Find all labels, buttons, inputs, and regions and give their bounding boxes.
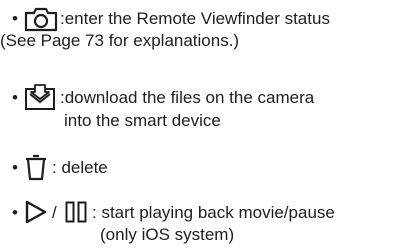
bullet: • — [12, 88, 18, 107]
pause-icon — [65, 201, 87, 223]
list-item: • :download the files on the camera into… — [12, 84, 412, 137]
list-item: • :enter the Remote Viewfinder status (S… — [0, 6, 412, 60]
bullet: • — [12, 203, 18, 222]
download-description: :download the files on the camera — [60, 88, 315, 107]
list-item: • / : start playing back movie/pause (on… — [12, 200, 412, 250]
camera-description-note: (See Page 73 for explanations.) — [0, 31, 240, 50]
play-pause-description: : start playing back movie/pause — [92, 203, 335, 222]
list-item: • : delete — [12, 154, 412, 183]
download-icon — [24, 83, 56, 111]
trash-icon — [24, 153, 48, 181]
camera-description: :enter the Remote Viewfinder status — [60, 9, 330, 28]
delete-description: : delete — [52, 158, 108, 177]
play-pause-note: (only iOS system) — [100, 225, 235, 244]
play-pause-separator: / — [52, 203, 57, 222]
bullet: • — [12, 158, 18, 177]
camera-icon — [24, 6, 58, 32]
play-icon — [24, 200, 48, 224]
bullet: • — [12, 9, 18, 28]
download-description-cont: into the smart device — [64, 111, 221, 130]
